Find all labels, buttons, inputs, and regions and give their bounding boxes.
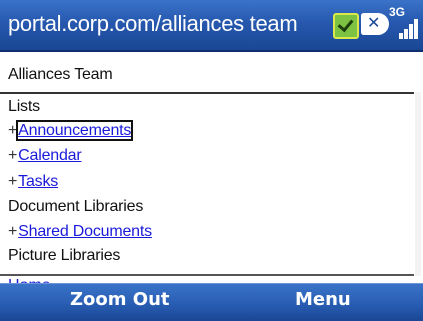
softkey-bar: Zoom Out Menu xyxy=(0,283,423,321)
announcements-link[interactable]: Announcements xyxy=(16,120,134,141)
expand-plus-icon: + xyxy=(8,223,18,240)
list-item-tasks: +Tasks xyxy=(8,173,58,191)
expand-plus-icon: + xyxy=(8,122,18,139)
tasks-link[interactable]: Tasks xyxy=(18,173,58,190)
expand-plus-icon: + xyxy=(8,147,18,164)
browser-title-bar: portal.corp.com/alliances team 3G xyxy=(0,0,423,52)
list-item-announcements: +Announcements xyxy=(8,120,134,141)
expand-plus-icon: + xyxy=(8,173,18,190)
section-heading-document-libraries: Document Libraries xyxy=(8,198,144,215)
no-connection-icon xyxy=(361,13,389,35)
section-heading-picture-libraries: Picture Libraries xyxy=(8,247,121,264)
menu-softkey[interactable]: Menu xyxy=(295,289,351,310)
zoom-out-softkey[interactable]: Zoom Out xyxy=(70,289,170,310)
title-divider xyxy=(0,92,414,94)
list-item-calendar: +Calendar xyxy=(8,147,82,165)
address-url[interactable]: portal.corp.com/alliances team xyxy=(8,11,298,37)
bottom-divider xyxy=(0,274,414,276)
shared-documents-link[interactable]: Shared Documents xyxy=(18,223,152,240)
page-content: Alliances Team Lists +Announcements +Cal… xyxy=(0,52,423,284)
calendar-link[interactable]: Calendar xyxy=(18,147,82,164)
security-shield-icon xyxy=(333,13,359,39)
scrollbar[interactable] xyxy=(415,92,421,276)
section-heading-lists: Lists xyxy=(8,98,40,115)
signal-bars-icon xyxy=(399,13,419,39)
page-title: Alliances Team xyxy=(8,66,113,83)
list-item-shared-documents: +Shared Documents xyxy=(8,223,152,241)
